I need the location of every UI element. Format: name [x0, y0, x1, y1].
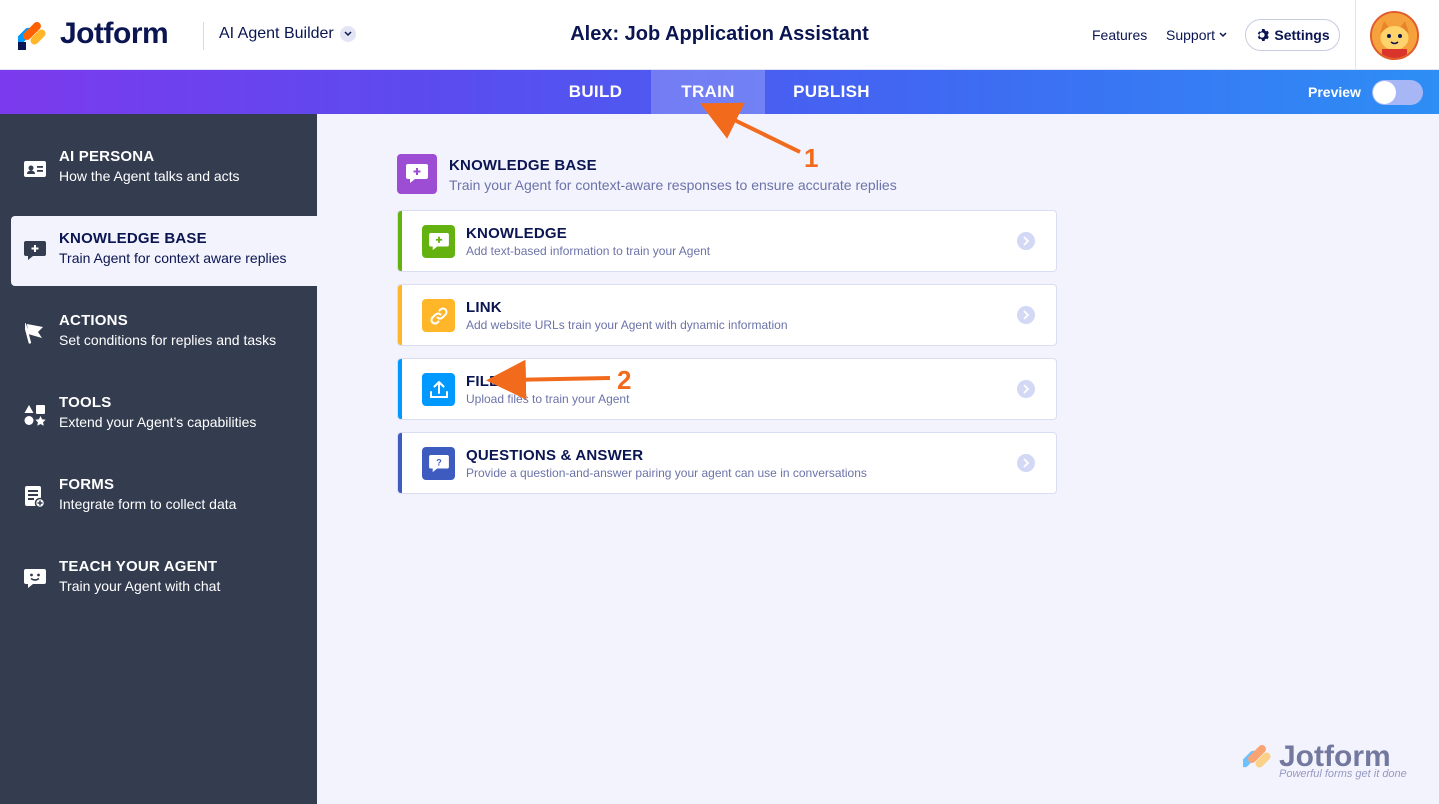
watermark-tagline: Powerful forms get it done — [1279, 768, 1407, 780]
tab-build[interactable]: BUILD — [540, 70, 651, 114]
chevron-right-icon — [1017, 454, 1035, 472]
sidebar-item-subtitle: Extend your Agent’s capabilities — [59, 414, 257, 430]
settings-label: Settings — [1274, 27, 1330, 43]
questions-answer-card[interactable]: ? QUESTIONS & ANSWER Provide a question-… — [397, 432, 1057, 494]
sidebar-item-tools[interactable]: TOOLS Extend your Agent’s capabilities — [11, 380, 317, 450]
card-subtitle: Add website URLs train your Agent with d… — [466, 318, 788, 332]
tab-publish[interactable]: PUBLISH — [765, 70, 898, 114]
card-subtitle: Add text-based information to train your… — [466, 244, 711, 258]
sidebar-item-actions[interactable]: ACTIONS Set conditions for replies and t… — [11, 298, 317, 368]
sidebar-item-forms[interactable]: FORMS Integrate form to collect data — [11, 462, 317, 532]
tab-train[interactable]: TRAIN — [651, 70, 765, 114]
preview-label: Preview — [1308, 84, 1361, 100]
file-card[interactable]: FILE Upload files to train your Agent — [397, 358, 1057, 420]
link-card[interactable]: LINK Add website URLs train your Agent w… — [397, 284, 1057, 346]
flag-icon — [24, 322, 46, 344]
page-title: KNOWLEDGE BASE — [449, 157, 597, 174]
upload-icon — [422, 373, 455, 406]
support-menu[interactable]: Support — [1166, 27, 1228, 43]
id-card-icon — [24, 158, 46, 180]
sidebar-item-knowledge-base[interactable]: KNOWLEDGE BASE Train Agent for context a… — [11, 216, 317, 286]
user-avatar[interactable] — [1370, 11, 1419, 60]
sidebar-item-subtitle: Integrate form to collect data — [59, 496, 237, 512]
sidebar-item-title: FORMS — [59, 476, 115, 493]
chevron-down-icon — [1219, 32, 1227, 38]
card-subtitle: Provide a question-and-answer pairing yo… — [466, 466, 867, 480]
sidebar-item-title: KNOWLEDGE BASE — [59, 230, 207, 247]
sidebar-item-teach-your-agent[interactable]: TEACH YOUR AGENT Train your Agent with c… — [11, 544, 317, 614]
card-accent — [398, 285, 402, 345]
card-subtitle: Upload files to train your Agent — [466, 392, 630, 406]
chevron-right-icon — [1017, 306, 1035, 324]
question-chat-icon: ? — [422, 447, 455, 480]
sidebar-item-ai-persona[interactable]: AI PERSONA How the Agent talks and acts — [11, 134, 317, 204]
card-title: QUESTIONS & ANSWER — [466, 447, 644, 464]
arrow-to-train-tab — [700, 102, 801, 154]
avatar-image — [1372, 13, 1417, 58]
toggle-knob — [1373, 81, 1396, 104]
sidebar-item-title: ACTIONS — [59, 312, 128, 329]
chat-plus-icon — [422, 225, 455, 258]
header-divider — [1355, 0, 1356, 70]
card-accent — [398, 211, 402, 271]
card-accent — [398, 433, 402, 493]
annotation-number: 2 — [617, 365, 632, 395]
sidebar-item-title: TEACH YOUR AGENT — [59, 558, 218, 575]
form-icon — [24, 486, 46, 508]
knowledge-base-icon — [397, 154, 437, 194]
sidebar-item-title: TOOLS — [59, 394, 112, 411]
features-link[interactable]: Features — [1092, 27, 1147, 43]
card-title: FILE — [466, 373, 500, 390]
smile-chat-icon — [24, 568, 46, 590]
sidebar-item-subtitle: Set conditions for replies and tasks — [59, 332, 277, 348]
link-icon — [422, 299, 455, 332]
sidebar-item-title: AI PERSONA — [59, 148, 155, 165]
sidebar-item-subtitle: Train your Agent with chat — [59, 578, 221, 594]
card-title: LINK — [466, 299, 502, 316]
top-header: Jotform AI Agent Builder Alex: Job Appli… — [0, 0, 1439, 70]
chevron-right-icon — [1017, 380, 1035, 398]
sidebar-item-subtitle: Train Agent for context aware replies — [59, 250, 287, 266]
chevron-right-icon — [1017, 232, 1035, 250]
annotation-number: 1 — [804, 143, 819, 173]
gear-icon — [1258, 29, 1270, 41]
support-label: Support — [1166, 27, 1216, 43]
builder-tabs: BUILD TRAIN PUBLISH Preview — [0, 70, 1439, 114]
chat-plus-icon — [24, 240, 46, 262]
page-subtitle: Train your Agent for context-aware respo… — [449, 177, 897, 193]
card-title: KNOWLEDGE — [466, 225, 567, 242]
svg-text:?: ? — [436, 457, 442, 467]
sidebar: AI PERSONA How the Agent talks and acts … — [0, 114, 317, 804]
knowledge-card[interactable]: KNOWLEDGE Add text-based information to … — [397, 210, 1057, 272]
sidebar-item-subtitle: How the Agent talks and acts — [59, 168, 240, 184]
card-accent — [398, 359, 402, 419]
shapes-icon — [24, 404, 46, 426]
preview-toggle[interactable] — [1372, 80, 1423, 105]
settings-button[interactable]: Settings — [1245, 19, 1340, 51]
jotform-logo-icon — [1243, 745, 1271, 768]
